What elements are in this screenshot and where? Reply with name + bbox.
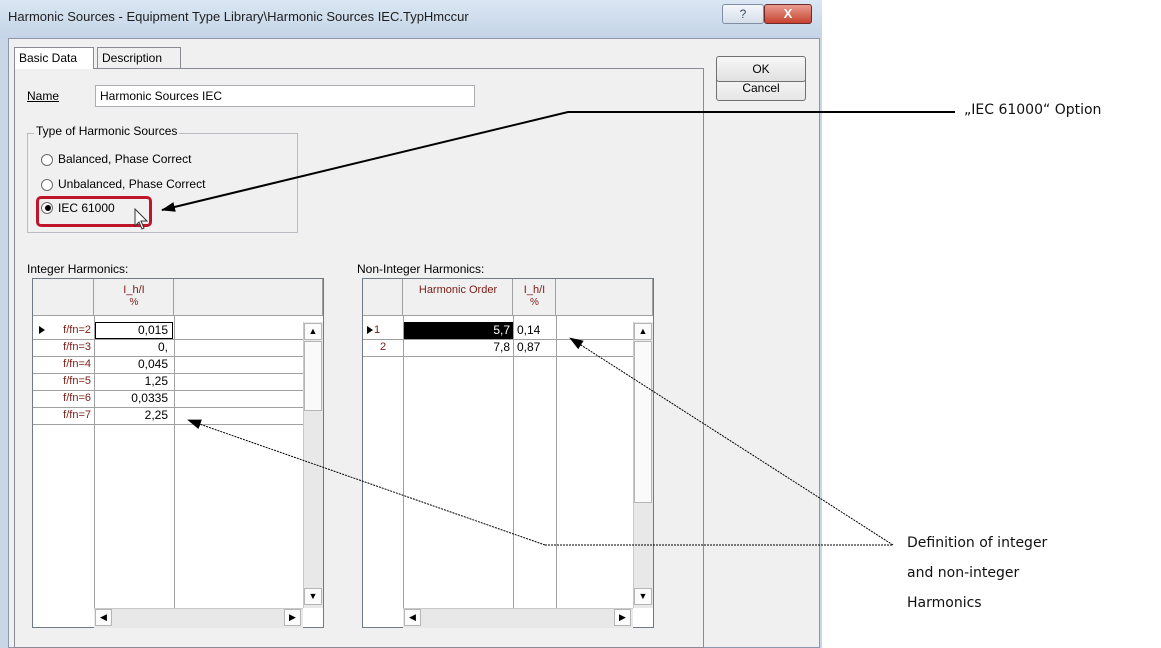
definition-callout-arrow-right [569,337,894,546]
option-callout-arrow [161,111,955,212]
annotation-definition-line1: Definition of integer [907,535,1048,551]
annotation-definition-line2: and non-integer [907,565,1020,581]
definition-callout-arrow-left [187,419,546,546]
annotation-definition-line3: Harmonics [907,595,982,611]
annotation-option: „IEC 61000“ Option [964,102,1102,118]
tab-basic-data[interactable]: Basic Data [14,47,94,69]
